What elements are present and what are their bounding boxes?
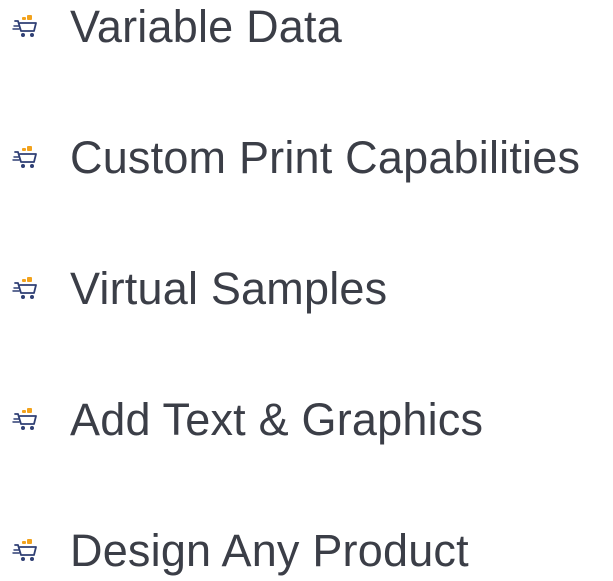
feature-item-add-text-graphics: Add Text & Graphics [0,390,483,450]
feature-item-variable-data: Variable Data [0,0,342,57]
feature-label: Variable Data [70,1,342,52]
feature-label: Add Text & Graphics [70,394,484,445]
shopping-cart-icon [12,145,40,171]
shopping-cart-icon [12,276,40,302]
feature-item-virtual-samples: Virtual Samples [0,259,387,319]
feature-label: Custom Print Capabilities [70,132,581,183]
feature-label: Virtual Samples [70,263,388,314]
feature-label: Design Any Product [70,525,469,576]
shopping-cart-icon [12,407,40,433]
feature-item-custom-print-capabilities: Custom Print Capabilities [0,128,580,188]
shopping-cart-icon [12,14,40,40]
shopping-cart-icon [12,538,40,564]
feature-item-design-any-product: Design Any Product [0,521,469,581]
